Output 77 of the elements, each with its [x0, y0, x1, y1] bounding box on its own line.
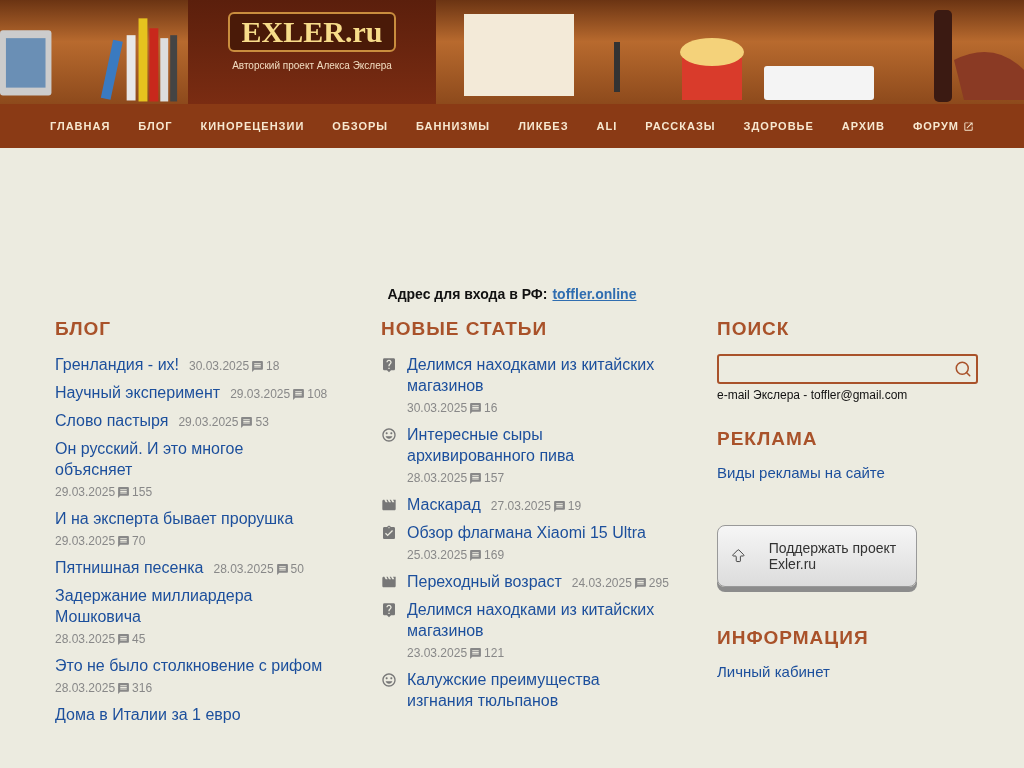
post-meta: 29.03.2025 70 — [55, 533, 146, 550]
tagline: Авторский проект Алекса Экслера — [232, 60, 392, 71]
comment-icon — [117, 486, 131, 499]
comment-icon — [275, 563, 289, 576]
nav-link[interactable]: БЛОГ — [138, 120, 173, 132]
post-meta: 28.03.2025 316 — [55, 680, 153, 697]
comment-icon — [633, 577, 647, 590]
article-link[interactable]: Интересные сыры архивированного пива — [407, 424, 661, 466]
notice-link[interactable]: toffler.online — [552, 286, 637, 302]
comment-icon — [469, 472, 483, 485]
post-link[interactable]: Задержание миллиардера Мошковича — [55, 585, 325, 627]
post-link[interactable]: Дома в Италии за 1 евро — [55, 704, 241, 725]
post-meta: 25.03.2025 169 — [407, 547, 505, 564]
post-meta: 29.03.2025 155 — [55, 484, 153, 501]
section-title: ПОИСК — [717, 318, 791, 340]
article-link[interactable]: Калужские преимущества изгнания тюльпанов — [407, 669, 661, 711]
article-link[interactable]: Переходный возраст — [407, 571, 562, 592]
ads-link[interactable]: Виды рекламы на сайте — [717, 464, 978, 481]
section-title: РЕКЛАМА — [717, 428, 819, 450]
clapperboard-icon — [381, 497, 397, 513]
post-meta: 24.03.2025 295 — [571, 575, 669, 592]
post-link[interactable]: Слово пастыря — [55, 410, 169, 431]
comment-icon — [469, 647, 483, 660]
email-text: e-mail Экслера - toffler@gmail.com — [717, 388, 909, 402]
nav-link[interactable]: ОБЗОРЫ — [332, 120, 389, 132]
notice-label: Адрес для входа в РФ: — [387, 286, 548, 302]
section-title: БЛОГ — [55, 318, 113, 340]
account-link[interactable]: Личный кабинет — [717, 663, 978, 680]
post-link[interactable]: Это не было столкновение с рифом — [55, 655, 323, 676]
search-icon[interactable] — [954, 360, 972, 378]
nav-link[interactable]: АРХИВ — [841, 120, 885, 132]
clipboard-check-icon — [381, 525, 397, 541]
comment-icon — [552, 500, 566, 513]
comment-icon — [251, 360, 265, 373]
post-meta: 30.03.2025 18 — [189, 358, 280, 375]
article-link[interactable]: Маскарад — [407, 494, 481, 515]
nav-link[interactable]: ЗДОРОВЬЕ — [743, 120, 814, 132]
post-link[interactable]: Гренландия - их! — [55, 354, 179, 375]
post-link[interactable]: Научный эксперимент — [55, 382, 221, 403]
post-meta: 28.03.2025 45 — [55, 631, 146, 648]
article-link[interactable]: Обзор флагмана Xiaomi 15 Ultra — [407, 522, 646, 543]
section-title: НОВЫЕ СТАТЬИ — [381, 318, 549, 340]
post-meta: 27.03.2025 19 — [490, 498, 582, 515]
smiley-icon — [381, 427, 397, 443]
nav-link[interactable]: ЛИКБЕЗ — [518, 120, 569, 132]
article-link[interactable]: Делимся находками из китайских магазинов — [407, 599, 661, 641]
smiley-icon — [381, 672, 397, 688]
post-meta: 28.03.2025 157 — [407, 470, 505, 487]
post-link[interactable]: И на эксперта бывает прорушка — [55, 508, 294, 529]
site-logo[interactable]: EXLER.ru — [227, 12, 397, 52]
post-meta: 23.03.2025 121 — [407, 645, 505, 662]
nav-link[interactable]: ФОРУМ — [912, 120, 975, 132]
section-title: ИНФОРМАЦИЯ — [717, 627, 870, 649]
nav-link[interactable]: БАННИЗМЫ — [416, 120, 491, 132]
comment-icon — [117, 535, 131, 548]
nav-link[interactable]: ALI — [596, 120, 618, 132]
question-bubble-icon — [381, 357, 397, 373]
post-link[interactable]: Он русский. И это многое объясняет — [55, 438, 325, 480]
nav-link[interactable]: ГЛАВНАЯ — [49, 120, 111, 132]
comment-icon — [240, 416, 254, 429]
nav-link[interactable]: КИНОРЕЦЕНЗИИ — [200, 120, 305, 132]
post-meta: 28.03.2025 50 — [213, 561, 304, 578]
comment-icon — [469, 549, 483, 562]
external-link-icon — [963, 120, 975, 132]
comment-icon — [117, 682, 131, 695]
comment-icon — [292, 388, 306, 401]
post-link[interactable]: Пятнишная песенка — [55, 557, 204, 578]
post-meta: 30.03.2025 16 — [407, 400, 498, 417]
question-bubble-icon — [381, 602, 397, 618]
article-link[interactable]: Делимся находками из китайских магазинов — [407, 354, 661, 396]
clapperboard-icon — [381, 574, 397, 590]
search-field[interactable] — [717, 354, 978, 384]
comment-icon — [469, 402, 483, 415]
post-meta: 29.03.2025 53 — [178, 414, 269, 431]
nav-link[interactable]: РАССКАЗЫ — [645, 120, 716, 132]
post-meta: 29.03.2025 108 — [230, 386, 328, 403]
comment-icon — [117, 633, 131, 646]
